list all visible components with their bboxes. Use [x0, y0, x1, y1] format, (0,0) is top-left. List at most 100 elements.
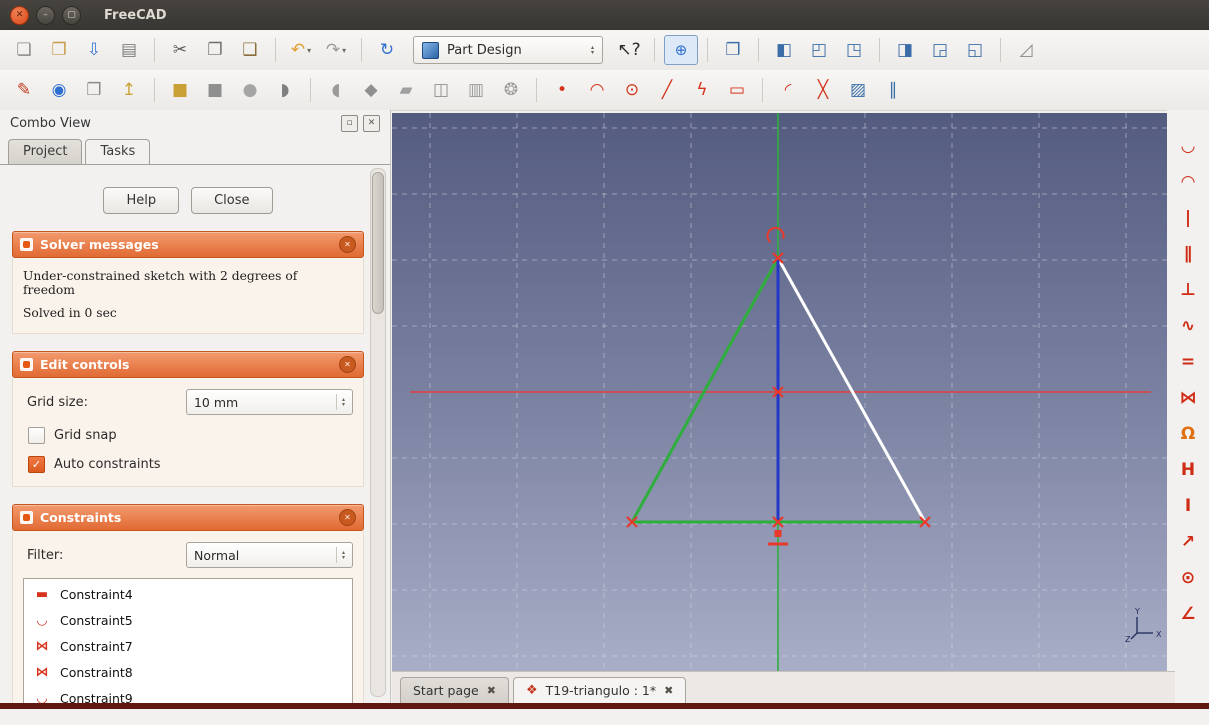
constrain-distance-icon[interactable]: ↗	[1173, 528, 1203, 556]
constraints-header[interactable]: Constraints ✕	[12, 504, 364, 531]
trim-edge-icon[interactable]: ╳	[807, 76, 839, 104]
spinner-arrows-icon[interactable]: ▴ ▾	[335, 394, 345, 410]
combo-arrows-icon[interactable]: ▴ ▾	[591, 45, 594, 56]
panel-close-icon[interactable]: ✕	[363, 114, 380, 132]
map-sketch-icon[interactable]: ❒	[78, 76, 110, 104]
mirrored-icon[interactable]: ◫	[425, 76, 457, 104]
open-document-icon[interactable]: ❐	[43, 36, 75, 64]
linear-pattern-icon[interactable]: ▥	[460, 76, 492, 104]
window-maximize-button[interactable]: ▢	[62, 5, 81, 25]
scrollbar-thumb[interactable]	[372, 172, 384, 314]
tab-close-icon[interactable]: ✖	[664, 684, 673, 697]
constrain-vertical-icon[interactable]: |	[1173, 204, 1203, 232]
close-button[interactable]: Close	[191, 187, 273, 214]
auto-constraints-checkbox[interactable]: ✓	[28, 456, 45, 473]
create-rectangle-icon[interactable]: ▭	[721, 76, 753, 104]
arc-constraint-marker[interactable]	[766, 227, 785, 243]
grid-size-combobox[interactable]: 10 mm ▴ ▾	[185, 389, 353, 415]
constrain-lock-icon[interactable]: Ω	[1173, 420, 1203, 448]
fillet-icon[interactable]: ◖	[320, 76, 352, 104]
collapse-section-icon[interactable]: ✕	[339, 509, 356, 526]
measure-distance-icon[interactable]: ◿	[1010, 36, 1042, 64]
sketch-canvas[interactable]: Y Z X	[392, 113, 1167, 671]
groove-icon[interactable]: ◗	[269, 76, 301, 104]
grid-snap-checkbox[interactable]	[28, 427, 45, 444]
window-close-button[interactable]: ✕	[10, 5, 29, 25]
constrain-angle-icon[interactable]: ∠	[1173, 600, 1203, 628]
sketch-line-right-side[interactable]	[776, 257, 927, 523]
collapse-section-icon[interactable]: ✕	[339, 236, 356, 253]
polar-pattern-icon[interactable]: ❂	[495, 76, 527, 104]
create-fillet-icon[interactable]: ◜	[772, 76, 804, 104]
dropdown-caret-icon[interactable]: ▾	[342, 46, 346, 55]
workbench-selector[interactable]: Part Design ▴ ▾	[413, 36, 603, 64]
create-circle-icon[interactable]: ⊙	[616, 76, 648, 104]
constrain-radius-icon[interactable]: ⊙	[1173, 564, 1203, 592]
constrain-vertical-distance-icon[interactable]: I	[1173, 492, 1203, 520]
grid-snap-row[interactable]: Grid snap	[23, 427, 353, 444]
spinner-arrows-icon[interactable]: ▴ ▾	[335, 547, 345, 563]
tab-close-icon[interactable]: ✖	[487, 684, 496, 697]
pad-icon[interactable]: ■	[164, 76, 196, 104]
constraint-item[interactable]: ▬ Constraint4	[24, 581, 352, 607]
3d-viewport[interactable]: Y Z X	[392, 113, 1167, 671]
constraint-item[interactable]: ◡ Constraint9	[24, 685, 352, 704]
view-sketch-icon[interactable]: ◉	[43, 76, 75, 104]
tab-project[interactable]: Project	[8, 139, 83, 164]
undo-icon[interactable]: ↶ ▾	[285, 36, 317, 64]
create-polyline-icon[interactable]: ϟ	[686, 76, 718, 104]
bottom-view-icon[interactable]: ◲	[924, 36, 956, 64]
copy-icon[interactable]: ❐	[199, 36, 231, 64]
constrain-symmetric-icon[interactable]: ⋈	[1173, 384, 1203, 412]
refresh-icon[interactable]: ↻	[371, 36, 403, 64]
create-sketch-icon[interactable]: ✎	[8, 76, 40, 104]
constrain-tangent-icon[interactable]: ∿	[1173, 312, 1203, 340]
save-document-icon[interactable]: ⇩	[78, 36, 110, 64]
tab-tasks[interactable]: Tasks	[85, 139, 151, 165]
redo-icon[interactable]: ↷ ▾	[320, 36, 352, 64]
constrain-point-on-object-icon[interactable]: ◠	[1173, 168, 1203, 196]
print-icon[interactable]: ▤	[113, 36, 145, 64]
fit-all-icon[interactable]: ⊕	[664, 35, 698, 65]
left-view-icon[interactable]: ◱	[959, 36, 991, 64]
paste-icon[interactable]: ❑	[234, 36, 266, 64]
panel-float-icon[interactable]: ▫	[341, 114, 358, 132]
panel-scrollbar[interactable]	[370, 168, 386, 697]
external-geometry-icon[interactable]: ▨	[842, 76, 874, 104]
cut-icon[interactable]: ✂	[164, 36, 196, 64]
window-minimize-button[interactable]: –	[36, 5, 55, 25]
chamfer-icon[interactable]: ◆	[355, 76, 387, 104]
create-line-icon[interactable]: ╱	[651, 76, 683, 104]
constrain-horizontal-distance-icon[interactable]: H	[1173, 456, 1203, 484]
right-view-icon[interactable]: ◳	[838, 36, 870, 64]
constraint-item[interactable]: ◡ Constraint5	[24, 607, 352, 633]
axonometric-view-icon[interactable]: ❒	[717, 36, 749, 64]
tab-start-page[interactable]: Start page ✖	[400, 677, 509, 704]
leave-sketch-icon[interactable]: ↥	[113, 76, 145, 104]
constraints-list[interactable]: ▬ Constraint4 ◡ Constraint5 ⋈ Constraint7 ⋈ Con…	[23, 578, 353, 703]
constrain-perpendicular-icon[interactable]: ⊥	[1173, 276, 1203, 304]
pocket-icon[interactable]: ■	[199, 76, 231, 104]
sketch-line-left-side[interactable]	[630, 257, 780, 523]
constrain-coincident-icon[interactable]: ◡	[1173, 132, 1203, 160]
front-view-icon[interactable]: ◧	[768, 36, 800, 64]
whats-this-icon[interactable]: ↖?	[613, 36, 645, 64]
constrain-equal-icon[interactable]: =	[1173, 348, 1203, 376]
constraint-item[interactable]: ⋈ Constraint8	[24, 659, 352, 685]
top-view-icon[interactable]: ◰	[803, 36, 835, 64]
constrain-parallel-icon[interactable]: ∥	[1173, 240, 1203, 268]
edit-controls-header[interactable]: Edit controls ✕	[12, 351, 364, 378]
constraint-marker-square[interactable]	[774, 530, 782, 537]
rear-view-icon[interactable]: ◨	[889, 36, 921, 64]
dropdown-caret-icon[interactable]: ▾	[307, 46, 311, 55]
new-document-icon[interactable]: ❏	[8, 36, 40, 64]
filter-combobox[interactable]: Normal ▴ ▾	[185, 542, 353, 568]
create-point-icon[interactable]: •	[546, 76, 578, 104]
help-button[interactable]: Help	[103, 187, 180, 214]
collapse-section-icon[interactable]: ✕	[339, 356, 356, 373]
draft-icon[interactable]: ▰	[390, 76, 422, 104]
constraint-item[interactable]: ⋈ Constraint7	[24, 633, 352, 659]
tab-document[interactable]: ❖ T19-triangulo : 1* ✖	[512, 677, 687, 704]
create-arc-icon[interactable]: ◠	[581, 76, 613, 104]
revolution-icon[interactable]: ●	[234, 76, 266, 104]
